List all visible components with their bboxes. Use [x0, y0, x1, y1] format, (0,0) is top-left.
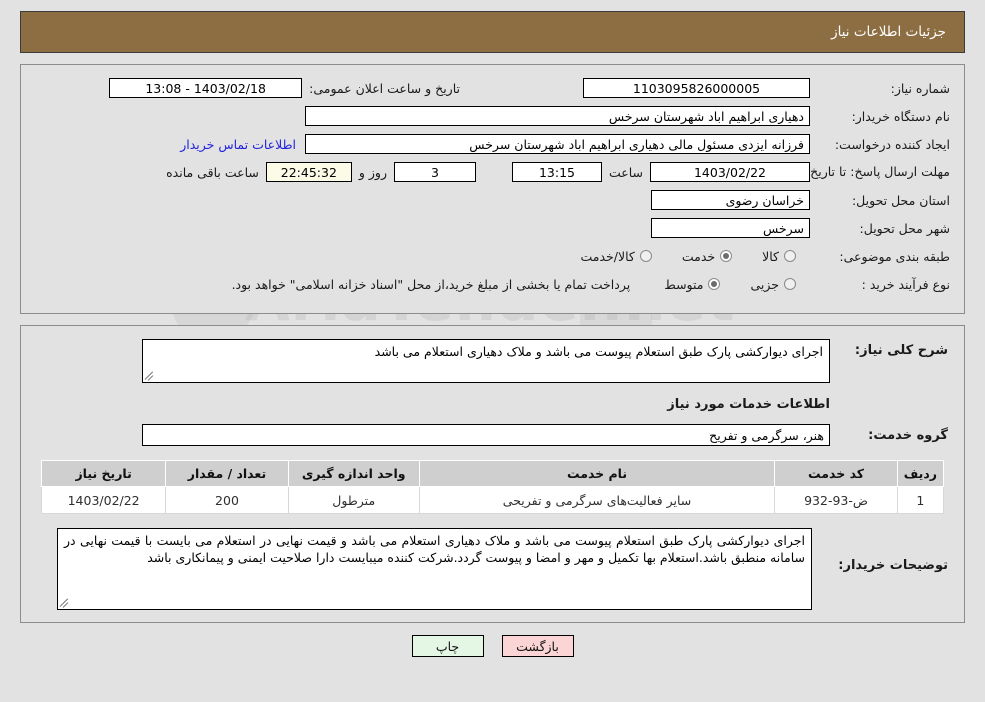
category-radio-group: کالا خدمت کالا/خدمت: [576, 249, 810, 264]
radio-process-jozii[interactable]: [784, 278, 796, 290]
need-details-panel: شرح کلی نیاز: اجرای دیوارکشی پارک طبق اس…: [20, 325, 965, 623]
radio-process-motevaset-label: متوسط: [664, 276, 704, 292]
column-header-unit: واحد اندازه گیری: [287, 460, 420, 487]
cell-radif: 1: [896, 486, 945, 514]
radio-category-kala-khedmat-label: کالا/خدمت: [580, 248, 635, 264]
column-header-service-code: کد خدمت: [774, 460, 898, 487]
need-info-panel: شماره نیاز: 1103095826000005 تاریخ و ساع…: [20, 64, 965, 314]
requester-value: فرزانه ایزدی مسئول مالی دهیاری ابراهیم ا…: [305, 134, 810, 154]
radio-category-kala-khedmat[interactable]: [639, 250, 652, 262]
need-number-value: 1103095826000005: [583, 78, 810, 98]
row-general-description: شرح کلی نیاز: اجرای دیوارکشی پارک طبق اس…: [37, 339, 948, 383]
page-title: جزئیات اطلاعات نیاز: [831, 24, 946, 40]
column-header-need-date: تاریخ نیاز: [40, 460, 167, 487]
radio-process-jozii-label: جزیی: [750, 276, 779, 292]
back-button[interactable]: بازگشت: [501, 635, 574, 657]
row-buyer-org: نام دستگاه خریدار: دهیاری ابراهیم اباد ش…: [35, 103, 950, 129]
column-header-quantity: تعداد / مقدار: [165, 460, 289, 487]
row-city: شهر محل تحویل: سرخس: [35, 215, 950, 241]
need-number-label: شماره نیاز:: [890, 80, 950, 96]
radio-category-kala[interactable]: [784, 250, 796, 262]
buyer-org-label: نام دستگاه خریدار:: [851, 108, 950, 124]
process-radio-group: جزیی متوسط: [660, 277, 810, 292]
row-requester: ایجاد کننده درخواست: فرزانه ایزدی مسئول …: [35, 131, 950, 157]
remaining-time-label: ساعت باقی مانده: [166, 164, 259, 180]
general-description-label: شرح کلی نیاز:: [854, 343, 948, 358]
table-header-row: ردیف کد خدمت نام خدمت واحد اندازه گیری ت…: [40, 460, 945, 487]
city-value: سرخس: [651, 218, 810, 238]
general-description-text: اجرای دیوارکشی پارک طبق استعلام پیوست می…: [374, 344, 823, 359]
resize-grip-icon: [145, 371, 155, 381]
buyer-notes-value[interactable]: اجرای دیوارکشی پارک طبق استعلام پیوست می…: [57, 528, 812, 610]
province-value: خراسان رضوی: [651, 190, 810, 210]
radio-category-khedmat[interactable]: [720, 250, 733, 262]
row-need-number: شماره نیاز: 1103095826000005 تاریخ و ساع…: [35, 75, 950, 101]
hour-label: ساعت: [608, 164, 643, 180]
deadline-time-value: 13:15: [511, 162, 602, 182]
cell-need-date: 1403/02/22: [40, 486, 167, 514]
announce-datetime-value: 1403/02/18 - 13:08: [109, 78, 303, 98]
remaining-days-value: 3: [393, 162, 476, 182]
buyer-contact-link[interactable]: اطلاعات تماس خریدار: [171, 137, 305, 152]
row-province: استان محل تحویل: خراسان رضوی: [35, 187, 950, 213]
radio-process-motevaset[interactable]: [708, 278, 721, 290]
services-section-title: اطلاعات خدمات مورد نیاز: [667, 397, 830, 412]
resize-grip-icon-notes: [60, 598, 70, 608]
row-service-group: گروه خدمت: هنر، سرگرمی و تفریح: [37, 424, 948, 446]
radio-category-kala-label: کالا: [762, 248, 779, 264]
requester-label: ایجاد کننده درخواست:: [834, 136, 950, 152]
deadline-date-value: 1403/02/22: [650, 162, 810, 182]
row-category: طبقه بندی موضوعی: کالا خدمت کالا/خدمت: [35, 243, 950, 269]
cell-service-name: سایر فعالیت‌های سرگرمی و تفریحی: [418, 486, 776, 514]
radio-category-khedmat-label: خدمت: [681, 248, 716, 264]
category-label: طبقه بندی موضوعی:: [839, 248, 950, 264]
city-label: شهر محل تحویل:: [859, 220, 950, 236]
general-description-value[interactable]: اجرای دیوارکشی پارک طبق استعلام پیوست می…: [142, 339, 830, 383]
buyer-notes-text: اجرای دیوارکشی پارک طبق استعلام پیوست می…: [64, 533, 805, 565]
services-table: ردیف کد خدمت نام خدمت واحد اندازه گیری ت…: [40, 460, 945, 514]
row-buyer-notes: توضیحات خریدار: اجرای دیوارکشی پارک طبق …: [37, 528, 948, 610]
cell-quantity: 200: [165, 486, 289, 514]
service-group-value: هنر، سرگرمی و تفریح: [142, 424, 830, 446]
deadline-label: مهلت ارسال پاسخ: تا تاریخ:: [805, 164, 950, 179]
footer-actions: بازگشت چاپ: [0, 635, 985, 657]
days-label: روز و: [358, 164, 387, 180]
row-deadline: مهلت ارسال پاسخ: تا تاریخ: 1403/02/22 سا…: [35, 159, 950, 185]
buyer-notes-label: توضیحات خریدار:: [838, 558, 948, 573]
column-header-radif: ردیف: [896, 460, 945, 487]
payment-note: پرداخت تمام یا بخشی از مبلغ خرید،از محل …: [231, 276, 631, 292]
announce-datetime-label: تاریخ و ساعت اعلان عمومی:: [309, 80, 460, 96]
page-header: جزئیات اطلاعات نیاز: [20, 11, 965, 53]
province-label: استان محل تحویل:: [851, 192, 950, 208]
cell-unit: مترطول: [287, 486, 420, 514]
remaining-time-value: 22:45:32: [265, 162, 352, 182]
cell-service-code: ض-93-932: [774, 486, 898, 514]
row-process-type: نوع فرآیند خرید : جزیی متوسط پرداخت تمام…: [35, 271, 950, 297]
service-group-label: گروه خدمت:: [868, 427, 948, 443]
print-button[interactable]: چاپ: [411, 635, 484, 657]
column-header-service-name: نام خدمت: [418, 460, 776, 487]
table-row: 1 ض-93-932 سایر فعالیت‌های سرگرمی و تفری…: [40, 486, 945, 514]
process-type-label: نوع فرآیند خرید :: [861, 276, 950, 292]
buyer-org-value: دهیاری ابراهیم اباد شهرستان سرخس: [305, 106, 810, 126]
